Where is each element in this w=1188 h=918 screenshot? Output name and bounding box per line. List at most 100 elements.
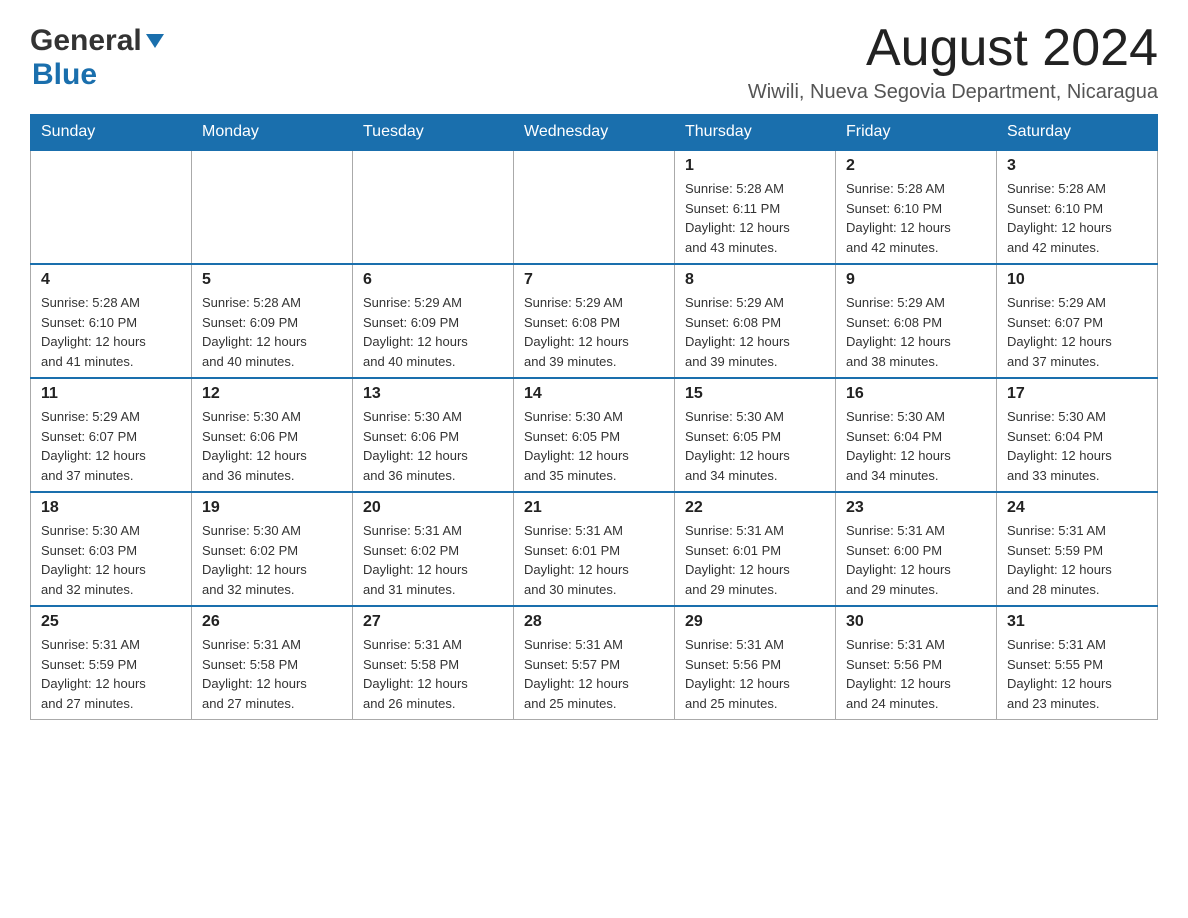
calendar-week-row: 25 Sunrise: 5:31 AM Sunset: 5:59 PM Dayli…	[31, 606, 1158, 720]
day-info: Sunrise: 5:31 AM Sunset: 5:56 PM Dayligh…	[846, 635, 986, 713]
day-number: 2	[846, 157, 986, 175]
day-info: Sunrise: 5:29 AM Sunset: 6:07 PM Dayligh…	[1007, 293, 1147, 371]
logo-arrow-icon	[144, 30, 166, 57]
logo-blue-text: Blue	[32, 58, 97, 91]
calendar-cell: 7 Sunrise: 5:29 AM Sunset: 6:08 PM Daylig…	[514, 264, 675, 378]
calendar-cell: 4 Sunrise: 5:28 AM Sunset: 6:10 PM Daylig…	[31, 264, 192, 378]
calendar-cell: 23 Sunrise: 5:31 AM Sunset: 6:00 PM Dayli…	[836, 492, 997, 606]
calendar-cell: 24Sunrise: 5:31 AM Sunset: 5:59 PM Dayli…	[997, 492, 1158, 606]
calendar-cell: 11Sunrise: 5:29 AM Sunset: 6:07 PM Dayli…	[31, 378, 192, 492]
calendar-cell: 22 Sunrise: 5:31 AM Sunset: 6:01 PM Dayli…	[675, 492, 836, 606]
calendar-table: SundayMondayTuesdayWednesdayThursdayFrid…	[30, 114, 1158, 720]
calendar-cell: 16Sunrise: 5:30 AM Sunset: 6:04 PM Dayli…	[836, 378, 997, 492]
day-number: 29	[685, 613, 825, 631]
day-info: Sunrise: 5:28 AM Sunset: 6:10 PM Dayligh…	[846, 179, 986, 257]
calendar-cell: 30 Sunrise: 5:31 AM Sunset: 5:56 PM Dayli…	[836, 606, 997, 720]
day-info: Sunrise: 5:31 AM Sunset: 5:59 PM Dayligh…	[1007, 521, 1147, 599]
weekday-header-thursday: Thursday	[675, 115, 836, 151]
day-number: 31	[1007, 613, 1147, 631]
day-info: Sunrise: 5:30 AM Sunset: 6:03 PM Dayligh…	[41, 521, 181, 599]
day-number: 12	[202, 385, 342, 403]
calendar-cell	[353, 150, 514, 264]
calendar-cell: 17 Sunrise: 5:30 AM Sunset: 6:04 PM Dayli…	[997, 378, 1158, 492]
day-number: 13	[363, 385, 503, 403]
day-info: Sunrise: 5:30 AM Sunset: 6:05 PM Dayligh…	[524, 407, 664, 485]
calendar-cell: 27 Sunrise: 5:31 AM Sunset: 5:58 PM Dayli…	[353, 606, 514, 720]
day-number: 19	[202, 499, 342, 517]
day-info: Sunrise: 5:28 AM Sunset: 6:09 PM Dayligh…	[202, 293, 342, 371]
calendar-cell: 18 Sunrise: 5:30 AM Sunset: 6:03 PM Dayli…	[31, 492, 192, 606]
calendar-cell: 28 Sunrise: 5:31 AM Sunset: 5:57 PM Dayli…	[514, 606, 675, 720]
day-info: Sunrise: 5:31 AM Sunset: 5:58 PM Dayligh…	[363, 635, 503, 713]
calendar-cell: 26 Sunrise: 5:31 AM Sunset: 5:58 PM Dayli…	[192, 606, 353, 720]
day-number: 10	[1007, 271, 1147, 289]
day-info: Sunrise: 5:31 AM Sunset: 6:01 PM Dayligh…	[685, 521, 825, 599]
weekday-header-monday: Monday	[192, 115, 353, 151]
day-info: Sunrise: 5:30 AM Sunset: 6:04 PM Dayligh…	[1007, 407, 1147, 485]
day-number: 11	[41, 385, 181, 403]
day-number: 4	[41, 271, 181, 289]
day-number: 7	[524, 271, 664, 289]
calendar-cell: 13 Sunrise: 5:30 AM Sunset: 6:06 PM Dayli…	[353, 378, 514, 492]
calendar-week-row: 1Sunrise: 5:28 AM Sunset: 6:11 PM Daylig…	[31, 150, 1158, 264]
day-number: 8	[685, 271, 825, 289]
day-number: 22	[685, 499, 825, 517]
day-info: Sunrise: 5:29 AM Sunset: 6:08 PM Dayligh…	[846, 293, 986, 371]
day-number: 25	[41, 613, 181, 631]
calendar-cell: 15Sunrise: 5:30 AM Sunset: 6:05 PM Dayli…	[675, 378, 836, 492]
day-number: 14	[524, 385, 664, 403]
calendar-cell: 19 Sunrise: 5:30 AM Sunset: 6:02 PM Dayli…	[192, 492, 353, 606]
day-number: 20	[363, 499, 503, 517]
day-info: Sunrise: 5:30 AM Sunset: 6:06 PM Dayligh…	[202, 407, 342, 485]
day-info: Sunrise: 5:30 AM Sunset: 6:04 PM Dayligh…	[846, 407, 986, 485]
weekday-header-saturday: Saturday	[997, 115, 1158, 151]
weekday-header-row: SundayMondayTuesdayWednesdayThursdayFrid…	[31, 115, 1158, 151]
day-number: 17	[1007, 385, 1147, 403]
calendar-cell: 8Sunrise: 5:29 AM Sunset: 6:08 PM Daylig…	[675, 264, 836, 378]
calendar-week-row: 4 Sunrise: 5:28 AM Sunset: 6:10 PM Daylig…	[31, 264, 1158, 378]
day-info: Sunrise: 5:29 AM Sunset: 6:08 PM Dayligh…	[524, 293, 664, 371]
day-number: 30	[846, 613, 986, 631]
calendar-cell: 20 Sunrise: 5:31 AM Sunset: 6:02 PM Dayli…	[353, 492, 514, 606]
calendar-cell: 3Sunrise: 5:28 AM Sunset: 6:10 PM Daylig…	[997, 150, 1158, 264]
calendar-cell	[192, 150, 353, 264]
day-number: 18	[41, 499, 181, 517]
day-info: Sunrise: 5:31 AM Sunset: 5:56 PM Dayligh…	[685, 635, 825, 713]
day-number: 5	[202, 271, 342, 289]
day-number: 27	[363, 613, 503, 631]
title-area: August 2024 Wiwili, Nueva Segovia Depart…	[748, 20, 1158, 104]
day-number: 9	[846, 271, 986, 289]
calendar-cell: 6Sunrise: 5:29 AM Sunset: 6:09 PM Daylig…	[353, 264, 514, 378]
weekday-header-friday: Friday	[836, 115, 997, 151]
weekday-header-tuesday: Tuesday	[353, 115, 514, 151]
day-info: Sunrise: 5:31 AM Sunset: 5:57 PM Dayligh…	[524, 635, 664, 713]
calendar-cell: 9 Sunrise: 5:29 AM Sunset: 6:08 PM Daylig…	[836, 264, 997, 378]
calendar-cell: 29 Sunrise: 5:31 AM Sunset: 5:56 PM Dayli…	[675, 606, 836, 720]
day-info: Sunrise: 5:31 AM Sunset: 6:01 PM Dayligh…	[524, 521, 664, 599]
day-info: Sunrise: 5:28 AM Sunset: 6:11 PM Dayligh…	[685, 179, 825, 257]
calendar-cell: 2 Sunrise: 5:28 AM Sunset: 6:10 PM Daylig…	[836, 150, 997, 264]
day-number: 28	[524, 613, 664, 631]
day-number: 21	[524, 499, 664, 517]
weekday-header-sunday: Sunday	[31, 115, 192, 151]
day-info: Sunrise: 5:30 AM Sunset: 6:06 PM Dayligh…	[363, 407, 503, 485]
day-info: Sunrise: 5:28 AM Sunset: 6:10 PM Dayligh…	[41, 293, 181, 371]
day-info: Sunrise: 5:30 AM Sunset: 6:05 PM Dayligh…	[685, 407, 825, 485]
day-number: 26	[202, 613, 342, 631]
day-info: Sunrise: 5:31 AM Sunset: 6:00 PM Dayligh…	[846, 521, 986, 599]
calendar-cell	[514, 150, 675, 264]
location-subtitle: Wiwili, Nueva Segovia Department, Nicara…	[748, 81, 1158, 104]
weekday-header-wednesday: Wednesday	[514, 115, 675, 151]
day-info: Sunrise: 5:31 AM Sunset: 6:02 PM Dayligh…	[363, 521, 503, 599]
day-info: Sunrise: 5:29 AM Sunset: 6:09 PM Dayligh…	[363, 293, 503, 371]
day-info: Sunrise: 5:31 AM Sunset: 5:59 PM Dayligh…	[41, 635, 181, 713]
day-number: 3	[1007, 157, 1147, 175]
calendar-cell: 25 Sunrise: 5:31 AM Sunset: 5:59 PM Dayli…	[31, 606, 192, 720]
logo: General Blue	[30, 20, 167, 92]
calendar-cell: 31 Sunrise: 5:31 AM Sunset: 5:55 PM Dayli…	[997, 606, 1158, 720]
day-info: Sunrise: 5:31 AM Sunset: 5:55 PM Dayligh…	[1007, 635, 1147, 713]
day-number: 23	[846, 499, 986, 517]
day-info: Sunrise: 5:30 AM Sunset: 6:02 PM Dayligh…	[202, 521, 342, 599]
calendar-cell: 21 Sunrise: 5:31 AM Sunset: 6:01 PM Dayli…	[514, 492, 675, 606]
day-info: Sunrise: 5:31 AM Sunset: 5:58 PM Dayligh…	[202, 635, 342, 713]
